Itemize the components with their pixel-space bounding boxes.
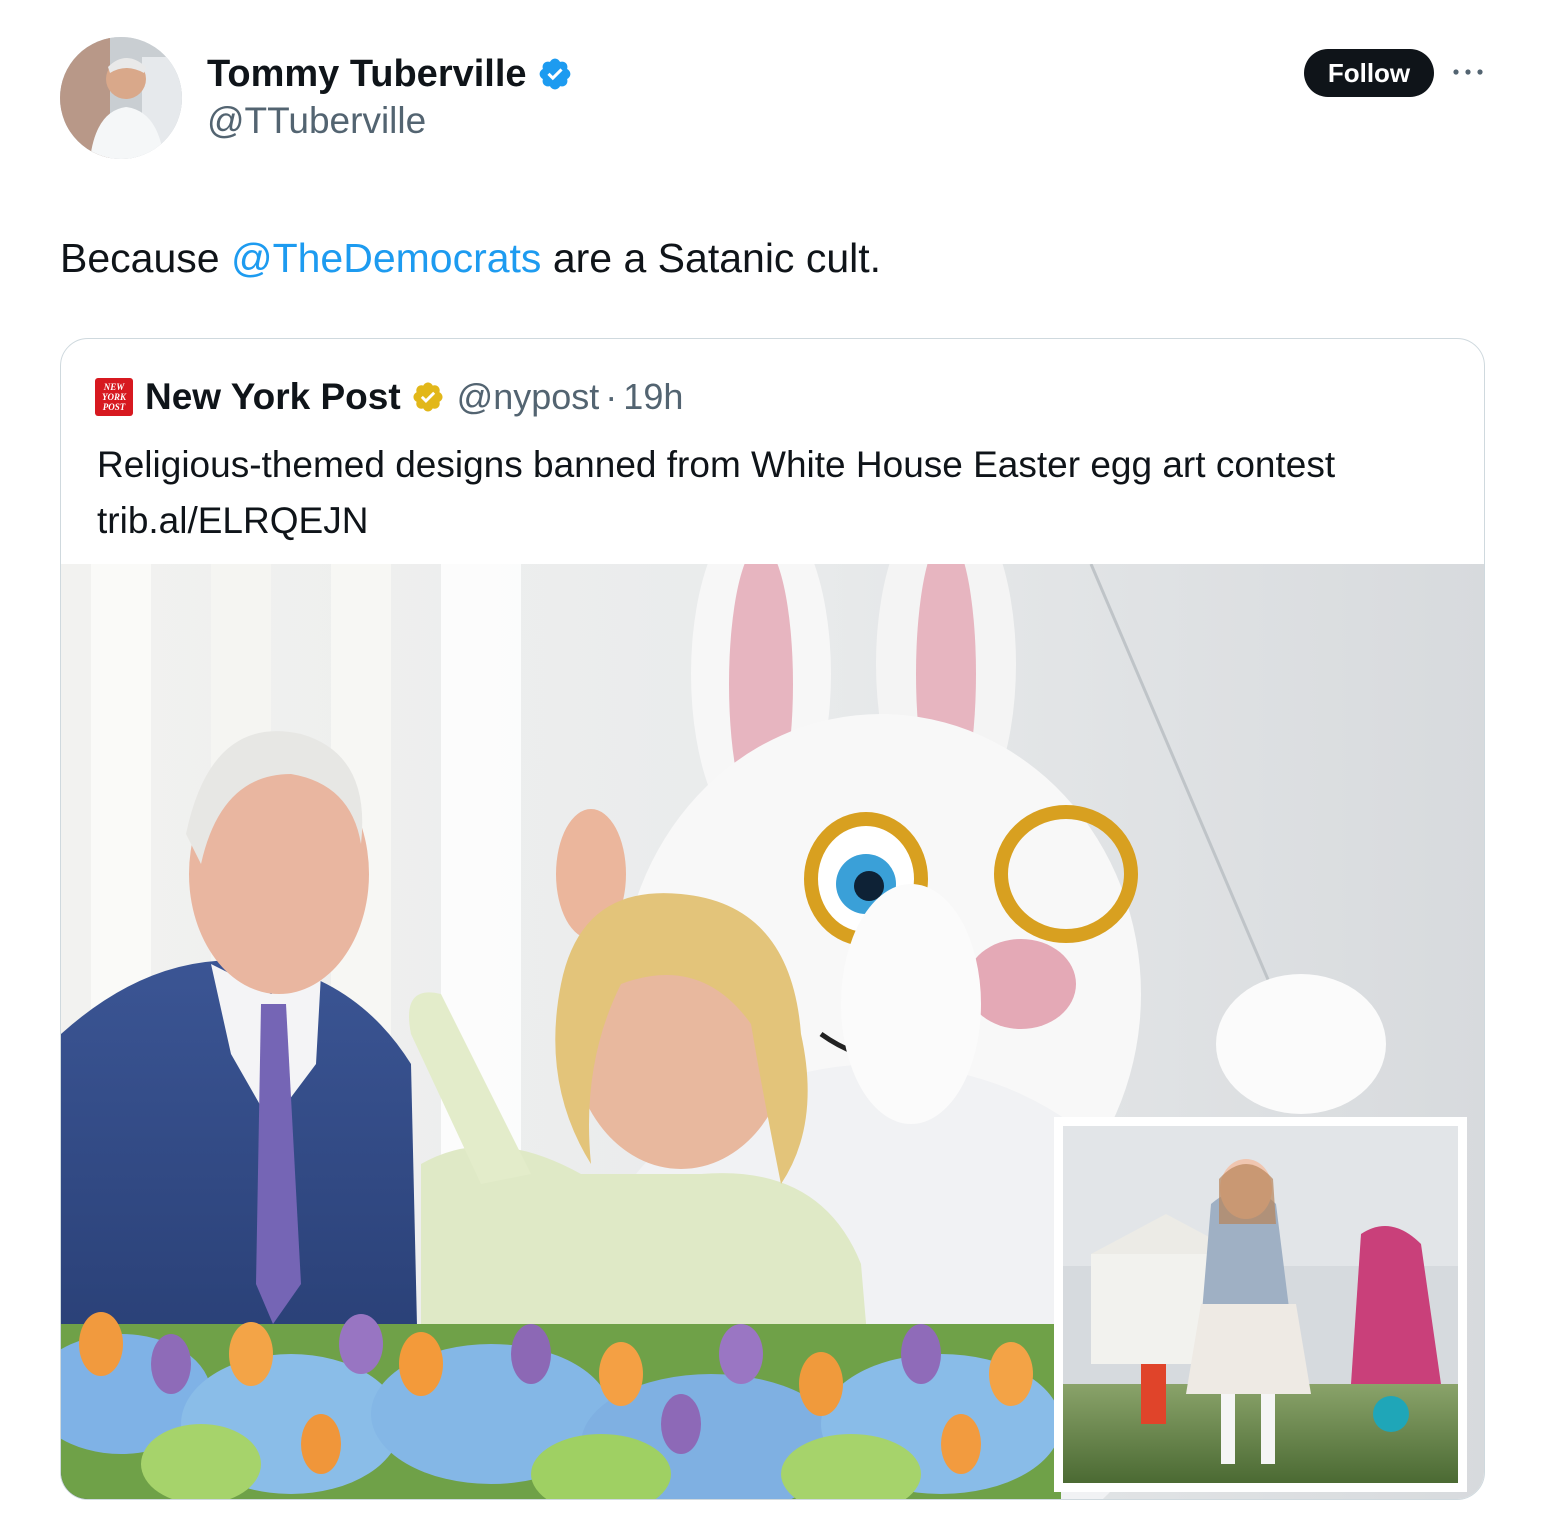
verified-badge-icon — [539, 58, 570, 90]
separator-dot: · — [605, 376, 618, 417]
author-avatar[interactable] — [60, 37, 182, 159]
tweet-text-after: are a Satanic cult. — [541, 235, 882, 281]
logo-text-2: YORK — [102, 392, 127, 402]
quoted-tweet-image[interactable] — [61, 564, 1484, 1499]
quoted-tweet-text: Religious-themed designs banned from Whi… — [97, 437, 1457, 549]
tweet-text-before: Because — [60, 235, 231, 281]
quoted-author-handle[interactable]: @nypost — [457, 376, 600, 418]
logo-text-1: NEW — [103, 382, 126, 392]
author-name[interactable]: Tommy Tuberville — [207, 52, 573, 96]
quoted-link[interactable]: trib.al/ELRQEJN — [97, 493, 1457, 549]
new-york-post-logo[interactable]: NEW YORK POST — [95, 378, 133, 416]
logo-text-3: POST — [103, 402, 126, 412]
quoted-tweet-header: NEW YORK POST New York Post @nypost · 19… — [95, 375, 683, 419]
author-handle[interactable]: @TTuberville — [207, 100, 426, 142]
verified-badge-icon — [413, 382, 443, 412]
quoted-tweet-card[interactable]: NEW YORK POST New York Post @nypost · 19… — [60, 338, 1485, 1500]
quoted-headline: Religious-themed designs banned from Whi… — [97, 444, 1336, 485]
flower-bed — [61, 1312, 1061, 1499]
inset-photo — [1054, 1117, 1467, 1492]
author-name-text: Tommy Tuberville — [207, 53, 527, 95]
quoted-author-name[interactable]: New York Post — [145, 376, 401, 418]
more-horizontal-icon[interactable] — [1450, 60, 1486, 84]
follow-button[interactable]: Follow — [1304, 49, 1434, 97]
tweet-text: Because @TheDemocrats are a Satanic cult… — [60, 233, 881, 283]
quoted-timestamp[interactable]: 19h — [623, 376, 683, 418]
mention-link[interactable]: @TheDemocrats — [231, 235, 541, 281]
